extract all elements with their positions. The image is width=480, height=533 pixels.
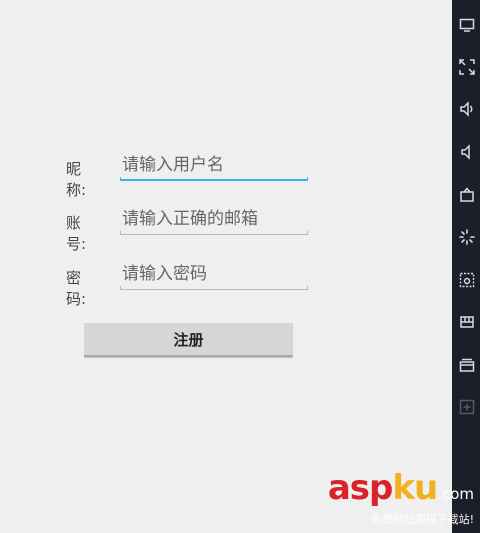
screen-icon[interactable] xyxy=(458,16,476,34)
volume-down-icon[interactable] xyxy=(458,143,476,161)
watermark-tagline: 免费网站源码下载站! xyxy=(370,513,474,526)
email-input[interactable] xyxy=(120,206,308,232)
app-screen: 昵称: 账号: 密码: 注册 xyxy=(0,0,452,533)
device-icon[interactable] xyxy=(458,313,476,331)
password-underline xyxy=(120,285,308,291)
account-field-wrapper xyxy=(120,206,308,236)
screenshot-icon[interactable] xyxy=(458,271,476,289)
watermark-asp: asp xyxy=(327,468,394,508)
nickname-input[interactable] xyxy=(120,152,308,178)
register-button[interactable]: 注册 xyxy=(84,323,293,357)
add-icon xyxy=(458,398,476,416)
volume-up-icon[interactable] xyxy=(458,100,476,118)
account-label: 账号: xyxy=(66,214,87,253)
nickname-underline xyxy=(120,176,308,182)
fullscreen-icon[interactable] xyxy=(458,58,476,76)
account-underline xyxy=(120,230,308,236)
password-input[interactable] xyxy=(120,261,308,287)
emulator-toolbar xyxy=(452,0,480,533)
nickname-label: 昵称: xyxy=(66,160,87,199)
watermark-logo: aspku.com xyxy=(328,471,474,511)
site-watermark: aspku.com 免费网站源码下载站! xyxy=(328,471,474,527)
nickname-field-wrapper xyxy=(120,152,308,182)
password-field-wrapper xyxy=(120,261,308,291)
password-label: 密码: xyxy=(66,269,87,308)
settings-icon[interactable] xyxy=(458,356,476,374)
watermark-ku: ku xyxy=(392,468,438,508)
rotate-icon[interactable] xyxy=(458,186,476,204)
loading-icon[interactable] xyxy=(458,228,476,246)
watermark-tld: .com xyxy=(437,485,474,503)
